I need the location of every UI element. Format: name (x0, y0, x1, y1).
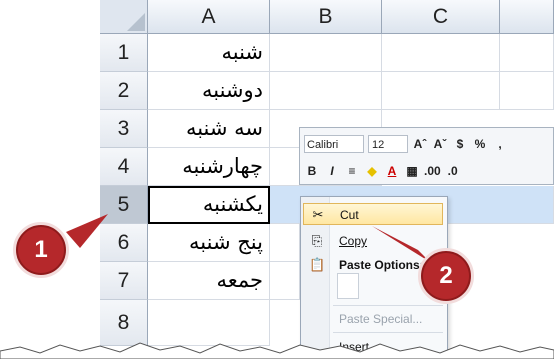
torn-edge (0, 342, 554, 359)
callout-2-pointer (372, 226, 430, 262)
callout-1-pointer (66, 214, 108, 248)
callout-pointers (66, 214, 430, 262)
callout-badge-1: 1 (13, 222, 69, 278)
callout-badge-2: 2 (418, 248, 474, 304)
